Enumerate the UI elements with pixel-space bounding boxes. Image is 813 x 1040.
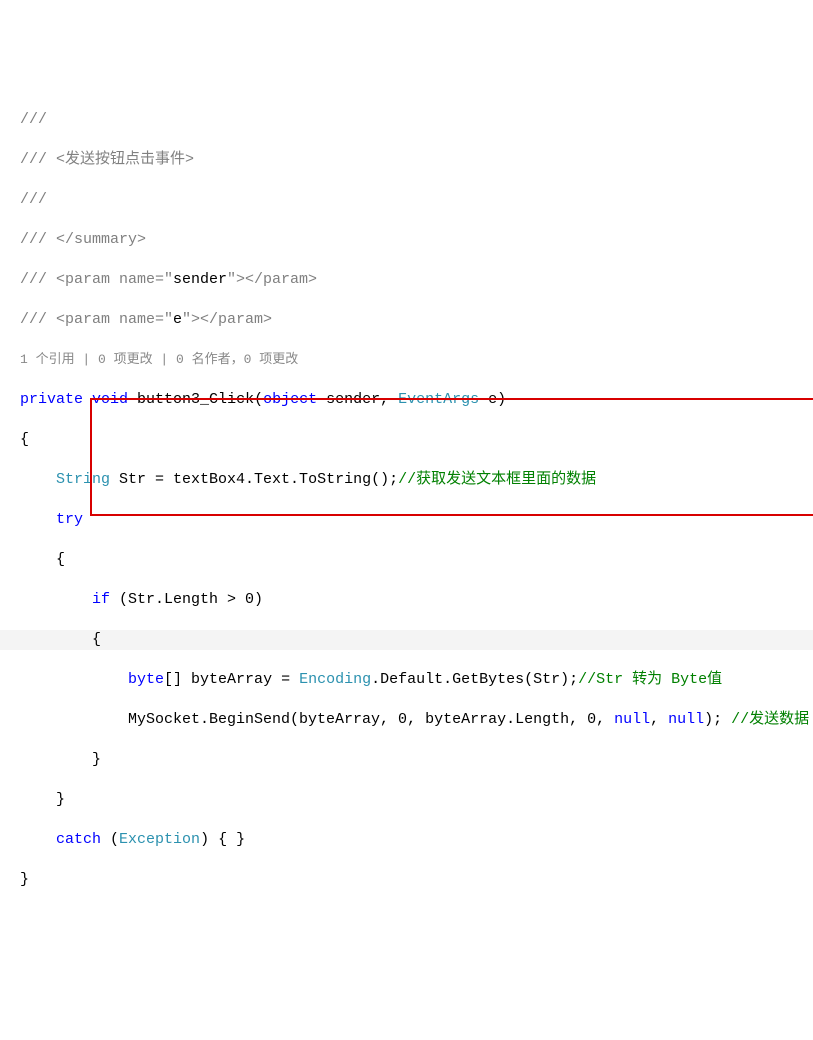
brace: { (20, 631, 101, 648)
keyword: void (92, 391, 128, 408)
code-line: /// (20, 110, 793, 130)
code-text: ); (704, 711, 731, 728)
code-line: if (Str.Length > 0) (20, 590, 793, 610)
code-line: byte[] byteArray = Encoding.Default.GetB… (20, 670, 793, 690)
code-line: { (0, 630, 813, 650)
code-line: /// </summary> (20, 230, 793, 250)
code-text: ) { } (200, 831, 245, 848)
method-name: button3_Click( (128, 391, 263, 408)
code-text: [] byteArray = (164, 671, 299, 688)
keyword: private (20, 391, 83, 408)
code-line: /// (20, 190, 793, 210)
code-line: /// <发送按钮点击事件> (20, 150, 793, 170)
code-line: } (20, 790, 793, 810)
parameter: e) (479, 391, 506, 408)
keyword: byte (128, 671, 164, 688)
brace: } (20, 791, 65, 808)
code-line: } (20, 870, 793, 890)
keyword: try (56, 511, 83, 528)
code-line: private void button3_Click(object sender… (20, 390, 793, 410)
keyword: object (263, 391, 317, 408)
type: Exception (119, 831, 200, 848)
parameter: sender, (317, 391, 398, 408)
annotation-box (90, 398, 813, 516)
code-text: .Default.GetBytes(Str); (371, 671, 578, 688)
keyword: catch (56, 831, 101, 848)
code-line: MySocket.BeginSend(byteArray, 0, byteArr… (20, 710, 793, 730)
code-line: } (20, 750, 793, 770)
codelens-indicator[interactable]: 1 个引用 | 0 项更改 | 0 名作者，0 项更改 (20, 350, 793, 370)
xml-doc-comment: /// (20, 191, 47, 208)
xml-doc-comment: /// <发送按钮点击事件> (20, 151, 194, 168)
type: Encoding (299, 671, 371, 688)
keyword: if (92, 591, 110, 608)
code-editor[interactable]: /// /// <发送按钮点击事件> /// /// </summary> //… (20, 90, 793, 930)
code-text: , (650, 711, 668, 728)
keyword: null (614, 711, 650, 728)
code-line: catch (Exception) { } (20, 830, 793, 850)
code-line: String Str = textBox4.Text.ToString();//… (20, 470, 793, 490)
type: String (56, 471, 110, 488)
type: EventArgs (398, 391, 479, 408)
brace: } (20, 751, 101, 768)
code-line: /// <param name="e"></param> (20, 310, 793, 330)
code-text: Str = textBox4.Text.ToString(); (110, 471, 398, 488)
condition: (Str.Length > 0) (110, 591, 263, 608)
comment: //获取发送文本框里面的数据 (398, 471, 596, 488)
code-text: MySocket.BeginSend(byteArray, 0, byteArr… (20, 711, 614, 728)
keyword: null (668, 711, 704, 728)
xml-doc-comment: /// <param name="sender"></param> (20, 271, 317, 288)
brace: { (20, 431, 29, 448)
xml-doc-comment: /// <param name="e"></param> (20, 311, 272, 328)
code-text: ( (101, 831, 119, 848)
comment: //Str 转为 Byte值 (578, 671, 722, 688)
code-line: try (20, 510, 793, 530)
code-line: { (20, 550, 793, 570)
xml-doc-comment: /// </summary> (20, 231, 146, 248)
code-line: /// <param name="sender"></param> (20, 270, 793, 290)
code-line: { (20, 430, 793, 450)
brace: } (20, 871, 29, 888)
comment: //发送数据 (731, 711, 809, 728)
xml-doc-comment: /// (20, 111, 47, 128)
brace: { (20, 551, 65, 568)
